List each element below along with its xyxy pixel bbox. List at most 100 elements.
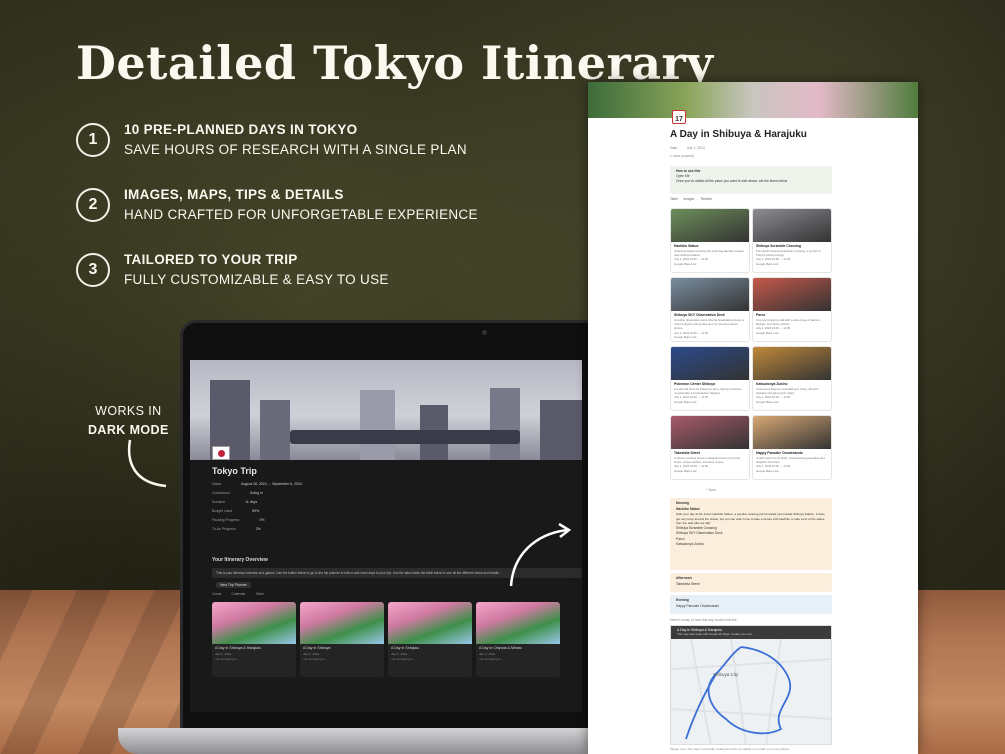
property-row[interactable]: Countdown Going in [212,491,263,495]
map-header: A Day in Shibuya & Harajuku This map was… [671,626,831,639]
tab-calendar[interactable]: Calendar [231,592,245,596]
japan-flag-icon [212,446,230,460]
tab-cards[interactable]: Cards [212,592,221,596]
place-image [671,278,749,311]
place-card[interactable]: Takeshita Street A vibrant, bustling stre… [670,415,750,480]
place-desc: A beloved statue honoring the loyal dog … [674,249,744,258]
place-link[interactable]: Google Maps Link [671,262,749,266]
feature-title: IMAGES, MAPS, TIPS & DETAILS [124,187,344,202]
feature-2: 2 IMAGES, MAPS, TIPS & DETAILS HAND CRAF… [76,185,478,224]
place-desc: A cafe known for its fluffy, mouthwateri… [756,456,825,465]
itinerary-card[interactable]: A Day in Chiyoda & Minato July 4, 2024 Y… [476,602,560,677]
feature-subtitle: HAND CRAFTED FOR UNFORGETABLE EXPERIENCE [124,206,478,222]
new-trip-planner-button[interactable]: New Trip Planner [216,582,251,588]
place-link[interactable]: Google Maps Link [753,262,831,266]
itinerary-card[interactable]: A Day in Shinjuku July 3, 2024 You are g… [388,602,472,677]
evening-block: Evening Happy Pancake Omotesando [670,595,832,614]
place-card[interactable]: Pokemon Center Shibuya A must-visit store… [670,346,750,411]
more-properties[interactable]: 1 more property [670,154,694,158]
pixel-city-banner [190,360,582,460]
place-image [671,347,749,380]
page-title: Tokyo Trip [212,466,257,476]
place-link[interactable]: Google Maps Link [753,400,831,404]
dark-mode-note: WORKS IN DARK MODE [88,402,169,440]
place-desc: A vibrant, bustling street in Harajuku k… [674,456,741,465]
curved-arrow-icon [509,522,572,587]
feature-title: 10 PRE-PLANNED DAYS IN TOKYO [124,122,358,137]
place-image [671,416,749,449]
property-row[interactable]: Budget Used 69% [212,509,259,513]
morning-block: Morning Hachiko Statue Start your day at… [670,498,832,570]
place-name: Shibuya Scramble Crossing [756,244,802,248]
feature-subtitle: SAVE HOURS OF RESEARCH WITH A SINGLE PLA… [124,141,467,157]
tab-table[interactable]: Table [670,197,678,201]
light-mode-page: 17 A Day in Shibuya & Harajuku Date July… [588,82,918,754]
laptop-base [118,728,608,754]
tab-images[interactable]: Images [684,197,694,201]
place-desc: A famous restaurant specializing in cris… [756,387,819,396]
property-row[interactable]: To-do Progress 2% [212,527,261,531]
afternoon-block: Afternoon Takeshita Street [670,573,832,592]
calendar-icon: 17 [672,110,686,124]
map-city-label: Shibuya City [713,672,739,677]
place-link[interactable]: Google Maps Link [671,400,749,404]
how-to-callout: How to use this Open Me Once you've adde… [670,166,832,194]
date-property[interactable]: Date July 1, 2024 [670,146,705,150]
place-image [753,416,831,449]
place-name: Hachiko Statue [674,244,699,248]
place-name: Takeshita Street [674,451,700,455]
feature-number: 2 [76,187,110,222]
pixel-train [290,430,520,444]
itinerary-card[interactable]: A Day in Shibuya & Harajuku July 1, 2024… [212,602,296,677]
webcam [482,330,487,335]
map-intro: Here's a map of how this day would look … [670,618,738,622]
card-image [212,602,296,644]
property-row[interactable]: Packing Progress 0% [212,518,265,522]
place-name: Happy Pancake Omotesando [756,451,803,455]
view-tabs: Table Images Timeline [670,197,712,201]
place-desc: A must-visit store for Pokemon fans, off… [674,387,742,396]
map-note: Please note, this map is manually create… [670,747,790,751]
place-image [753,209,831,242]
route-map [671,638,831,744]
view-tabs: Cards Calendar Table [212,592,264,596]
place-image [753,278,831,311]
place-desc: A trendy shopping mall with a wide range… [756,318,821,327]
new-item-button[interactable]: + New [706,488,716,492]
card-image [388,602,472,644]
place-name: Parco [756,313,766,317]
property-row[interactable]: Duration 11 days [212,500,257,504]
itinerary-card[interactable]: A Day in Shibuya July 2, 2024 You are go… [300,602,384,677]
place-link[interactable]: Google Maps Link [671,335,749,339]
google-map-embed[interactable]: A Day in Shibuya & Harajuku This map was… [670,625,832,745]
feature-title: TAILORED TO YOUR TRIP [124,252,298,267]
section-heading: Your Itinerary Overview [212,557,268,563]
place-card[interactable]: Katsudonya Zuicho A famous restaurant spe… [752,346,832,411]
curved-arrow-icon [127,439,167,488]
dark-note-line1: WORKS IN [95,404,162,418]
place-desc: The world's busiest pedestrian crossing,… [756,249,821,258]
place-card[interactable]: Shibuya Scramble Crossing The world's bus… [752,208,832,273]
property-row[interactable]: Dates August 28, 2024 → September 6, 2024 [212,482,302,486]
feature-number: 3 [76,252,110,287]
tab-table[interactable]: Table [256,592,264,596]
street-banner [588,82,918,118]
feature-3: 3 TAILORED TO YOUR TRIP FULLY CUSTOMIZAB… [76,250,389,289]
place-link[interactable]: Google Maps Link [753,331,831,335]
place-name: Katsudonya Zuicho [756,382,788,386]
place-card[interactable]: Shibuya SKY Observation Deck A rooftop ob… [670,277,750,342]
place-card[interactable]: Hachiko Statue A beloved statue honoring … [670,208,750,273]
feature-subtitle: FULLY CUSTOMIZABLE & EASY TO USE [124,271,389,287]
dark-note-line2: DARK MODE [88,422,169,437]
place-image [671,209,749,242]
place-name: Pokemon Center Shibuya [674,382,716,386]
place-desc: A rooftop observation deck offering brea… [674,318,745,331]
place-link[interactable]: Google Maps Link [753,469,831,473]
place-image [753,347,831,380]
place-card[interactable]: Happy Pancake Omotesando A cafe known for… [752,415,832,480]
place-card[interactable]: Parco A trendy shopping mall with a wide … [752,277,832,342]
tab-timeline[interactable]: Timeline [700,197,712,201]
card-image [300,602,384,644]
feature-1: 1 10 PRE-PLANNED DAYS IN TOKYO SAVE HOUR… [76,120,467,159]
place-link[interactable]: Google Maps Link [671,469,749,473]
